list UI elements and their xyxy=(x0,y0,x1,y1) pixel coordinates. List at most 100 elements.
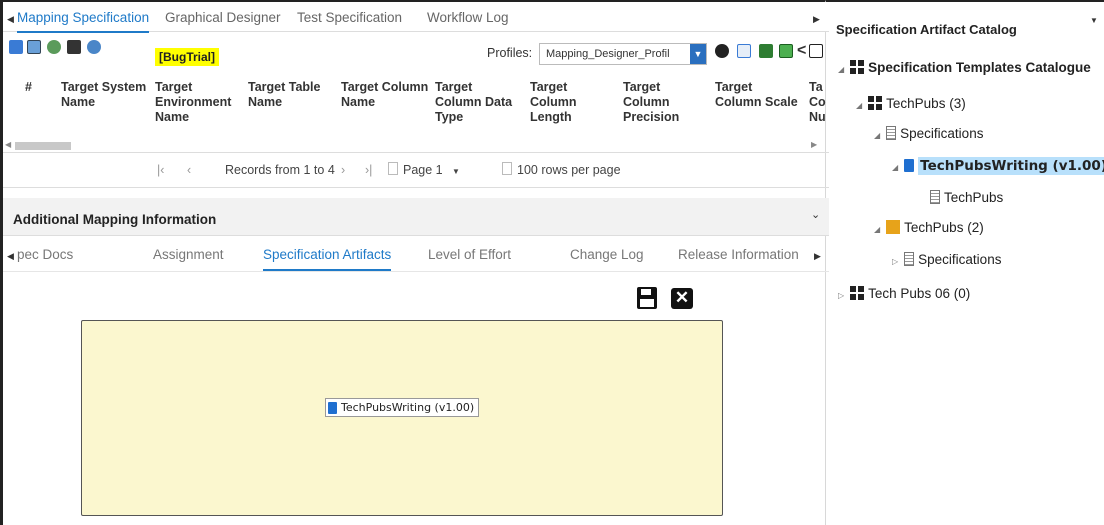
horizontal-scrollbar[interactable]: ◀ ▶ xyxy=(3,140,829,152)
tab-specification-artifacts[interactable]: Specification Artifacts xyxy=(263,247,392,271)
expand-icon[interactable]: ◢ xyxy=(892,163,898,172)
subtab-scroll-left-icon[interactable]: ◀ xyxy=(7,251,14,262)
next-page-icon[interactable]: › xyxy=(341,163,345,177)
additional-info-header[interactable]: Additional Mapping Information ⌄ xyxy=(3,198,829,236)
col-header-target-table-name[interactable]: Target Table Name xyxy=(248,80,328,110)
expand-icon[interactable]: ◢ xyxy=(856,101,862,110)
refresh-icon[interactable] xyxy=(87,40,101,54)
expand-icon[interactable]: ◢ xyxy=(838,65,844,74)
project-icon xyxy=(850,286,865,300)
gear-icon[interactable] xyxy=(715,44,729,58)
tab-release-information[interactable]: Release Information xyxy=(678,247,799,262)
tree-node-label: Specifications xyxy=(918,252,1002,267)
profile-select[interactable]: Mapping_Designer_Profil ▼ xyxy=(539,43,707,65)
excel-icon[interactable] xyxy=(779,44,793,58)
tab-graphical-designer[interactable]: Graphical Designer xyxy=(165,10,281,25)
profiles-label: Profiles: xyxy=(487,46,533,60)
col-header-target-column-precision[interactable]: Target Column Precision xyxy=(623,80,693,125)
prev-page-icon[interactable]: ‹ xyxy=(187,163,191,177)
settings-grid-icon[interactable] xyxy=(47,40,61,54)
col-header-target-column-length[interactable]: Target Column Length xyxy=(530,80,600,125)
close-icon[interactable]: ✕ xyxy=(671,288,693,309)
artifact-drop-area[interactable]: TechPubsWriting (v1.00) xyxy=(81,320,723,516)
file-icon xyxy=(930,190,940,204)
collapse-icon[interactable]: ▷ xyxy=(838,291,844,300)
main-tab-bar: ◀ Mapping Specification Graphical Design… xyxy=(3,2,829,33)
last-page-icon[interactable]: ›| xyxy=(365,163,372,177)
subtab-scroll-right-icon[interactable]: ▶ xyxy=(814,251,821,262)
col-header-index[interactable]: # xyxy=(25,80,32,95)
page-doc-icon xyxy=(388,162,398,175)
profile-select-value: Mapping_Designer_Profil xyxy=(546,48,670,60)
tree-node-label: TechPubs (2) xyxy=(904,220,984,235)
tree-node-label: TechPubs xyxy=(944,190,1004,205)
preview-icon[interactable] xyxy=(737,44,751,58)
rows-per-page[interactable]: 100 rows per page xyxy=(517,163,621,177)
scroll-right-icon[interactable]: ▶ xyxy=(811,140,817,149)
pager: |‹ ‹ Records from 1 to 4 › ›| Page 1 ▼ 1… xyxy=(3,152,829,188)
scroll-left-icon[interactable]: ◀ xyxy=(5,140,11,149)
rows-doc-icon xyxy=(502,162,512,175)
tree-node-techpubs-leaf[interactable]: TechPubs xyxy=(930,190,1003,205)
tree-node-selected-label: TechPubsWriting (v1.00) xyxy=(918,157,1104,175)
share-icon[interactable]: < xyxy=(797,42,806,60)
catalog-pane: Specification Artifact Catalog ▼ ◢ Specif… xyxy=(826,0,1104,525)
document-icon xyxy=(904,159,915,172)
col-header-target-column-scale[interactable]: Target Column Scale xyxy=(715,80,799,110)
tree-node-techpubs-2[interactable]: ◢ TechPubs (2) xyxy=(874,220,984,235)
tree-node-specifications-2[interactable]: ▷ Specifications xyxy=(892,252,1001,267)
view-icon[interactable] xyxy=(27,40,41,54)
tree-node-label: Tech Pubs 06 (0) xyxy=(868,286,971,301)
tab-workflow-log[interactable]: Workflow Log xyxy=(427,10,509,25)
col-header-target-column-name[interactable]: Target Column Name xyxy=(341,80,431,110)
expand-icon[interactable]: ◢ xyxy=(874,131,880,140)
folder-icon xyxy=(904,252,915,266)
tree-node-label: TechPubs (3) xyxy=(886,96,966,111)
popout-icon[interactable] xyxy=(809,44,823,58)
page-number[interactable]: Page 1 xyxy=(403,163,443,177)
tab-scroll-right-icon[interactable]: ▶ xyxy=(813,14,820,25)
collapse-icon[interactable]: ▷ xyxy=(892,257,898,266)
tree-root[interactable]: ◢ Specification Templates Catalogue xyxy=(838,60,1091,75)
col-header-target-system-name[interactable]: Target System Name xyxy=(61,80,151,110)
bug-trial-badge: [BugTrial] xyxy=(155,48,219,66)
mapping-pane: ◀ Mapping Specification Graphical Design… xyxy=(0,0,829,525)
first-page-icon[interactable]: |‹ xyxy=(157,163,164,177)
tree-node-techpubswriting[interactable]: ◢ TechPubsWriting (v1.00) xyxy=(892,157,1104,175)
page-dropdown-icon[interactable]: ▼ xyxy=(452,167,460,176)
catalog-title: Specification Artifact Catalog xyxy=(836,22,1017,37)
toolbar: [BugTrial] Profiles: Mapping_Designer_Pr… xyxy=(3,34,829,72)
tab-change-log[interactable]: Change Log xyxy=(570,247,644,262)
tree-node-techpubs-3[interactable]: ◢ TechPubs (3) xyxy=(856,96,966,111)
list-icon[interactable] xyxy=(67,40,81,54)
project-icon xyxy=(868,96,883,110)
export-icon[interactable] xyxy=(759,44,773,58)
tree-node-techpubs-06[interactable]: ▷ Tech Pubs 06 (0) xyxy=(838,286,970,301)
tree-node-specifications[interactable]: ◢ Specifications xyxy=(874,126,983,141)
edit-icon[interactable] xyxy=(9,40,23,54)
records-info: Records from 1 to 4 xyxy=(225,163,335,177)
grid-header: # Target System Name Target Environment … xyxy=(3,74,829,136)
chevron-down-icon[interactable]: ▼ xyxy=(690,44,706,64)
project-icon xyxy=(886,220,901,234)
tab-assignment[interactable]: Assignment xyxy=(153,247,224,262)
collapse-chevron-icon[interactable]: ⌄ xyxy=(811,208,820,221)
catalog-menu-icon[interactable]: ▼ xyxy=(1090,16,1098,25)
tab-mapping-specification[interactable]: Mapping Specification xyxy=(17,10,150,33)
tab-level-of-effort[interactable]: Level of Effort xyxy=(428,247,511,262)
scroll-thumb[interactable] xyxy=(15,142,71,150)
col-header-target-environment-name[interactable]: Target Environment Name xyxy=(155,80,231,125)
artifact-chip-label: TechPubsWriting (v1.00) xyxy=(341,401,475,414)
tab-scroll-left-icon[interactable]: ◀ xyxy=(7,14,14,25)
expand-icon[interactable]: ◢ xyxy=(874,225,880,234)
tree-node-label: Specifications xyxy=(900,126,984,141)
save-icon[interactable] xyxy=(637,287,657,309)
section-title: Additional Mapping Information xyxy=(13,212,217,227)
artifact-chip[interactable]: TechPubsWriting (v1.00) xyxy=(325,398,480,417)
col-header-target-column-data-type[interactable]: Target Column Data Type xyxy=(435,80,519,125)
catalogue-icon xyxy=(850,60,865,74)
tab-spec-docs[interactable]: pec Docs xyxy=(17,247,73,262)
tab-test-specification[interactable]: Test Specification xyxy=(297,10,402,25)
sub-tab-bar: ◀ pec Docs Assignment Specification Arti… xyxy=(3,238,829,272)
col-header-truncated[interactable]: Ta Co Nu xyxy=(809,80,827,125)
